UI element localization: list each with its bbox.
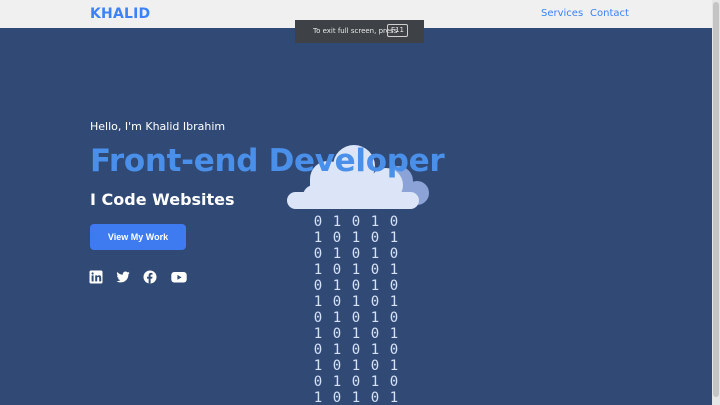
binary-digit: 1 (332, 246, 342, 262)
binary-row: 10101 (313, 294, 403, 310)
binary-row: 01010 (313, 214, 403, 230)
binary-digit: 1 (313, 390, 323, 405)
nav-link-contact[interactable]: Contact (590, 8, 629, 19)
binary-digit: 0 (389, 374, 399, 390)
twitter-icon[interactable] (116, 270, 130, 284)
binary-digit: 0 (351, 246, 361, 262)
binary-digit: 0 (351, 374, 361, 390)
binary-digit: 1 (370, 214, 380, 230)
binary-digit: 1 (389, 358, 399, 374)
binary-digit: 0 (351, 342, 361, 358)
binary-digit: 0 (332, 230, 342, 246)
binary-digit: 0 (370, 390, 380, 405)
binary-digit: 1 (370, 310, 380, 326)
binary-digit: 1 (332, 278, 342, 294)
binary-digit: 1 (351, 230, 361, 246)
brand-logo[interactable]: KHALID (90, 6, 150, 22)
binary-row: 10101 (313, 326, 403, 342)
binary-row: 10101 (313, 390, 403, 405)
binary-digit: 1 (389, 262, 399, 278)
binary-row: 01010 (313, 310, 403, 326)
binary-digit: 0 (332, 390, 342, 405)
binary-digit: 1 (370, 246, 380, 262)
binary-digit: 1 (313, 230, 323, 246)
binary-digit: 0 (351, 278, 361, 294)
view-my-work-button[interactable]: View My Work (90, 224, 186, 250)
binary-digit: 0 (370, 262, 380, 278)
binary-row: 01010 (313, 342, 403, 358)
binary-digit: 1 (351, 358, 361, 374)
binary-row: 10101 (313, 230, 403, 246)
facebook-icon[interactable] (143, 270, 157, 284)
hero-headline: Front-end Developer (90, 143, 445, 179)
binary-digit: 0 (332, 262, 342, 278)
binary-digit: 0 (389, 246, 399, 262)
youtube-icon[interactable] (171, 270, 187, 284)
binary-digit: 0 (313, 310, 323, 326)
binary-digit: 0 (389, 214, 399, 230)
binary-digit: 1 (389, 294, 399, 310)
binary-digit: 0 (332, 326, 342, 342)
binary-digit: 1 (389, 230, 399, 246)
binary-row: 10101 (313, 358, 403, 374)
linkedin-icon[interactable] (89, 270, 103, 284)
binary-digit: 1 (351, 294, 361, 310)
hero-greeting: Hello, I'm Khalid Ibrahim (90, 120, 226, 133)
binary-digit: 0 (351, 310, 361, 326)
binary-digit: 1 (332, 214, 342, 230)
binary-digit: 0 (351, 214, 361, 230)
binary-digit: 0 (313, 278, 323, 294)
binary-digit: 0 (389, 310, 399, 326)
fullscreen-key-hint: F11 (387, 24, 408, 37)
binary-digit: 1 (332, 374, 342, 390)
binary-digit: 0 (370, 294, 380, 310)
binary-row: 10101 (313, 262, 403, 278)
binary-digit: 0 (370, 230, 380, 246)
binary-digit: 1 (313, 326, 323, 342)
binary-rain: 0101010101010101010101010101010101010101… (313, 214, 403, 405)
binary-digit: 1 (313, 358, 323, 374)
binary-digit: 0 (389, 342, 399, 358)
binary-digit: 1 (351, 326, 361, 342)
binary-digit: 0 (332, 294, 342, 310)
binary-digit: 0 (313, 342, 323, 358)
binary-digit: 1 (370, 374, 380, 390)
binary-digit: 1 (332, 310, 342, 326)
nav-link-services[interactable]: Services (541, 8, 583, 19)
binary-digit: 0 (370, 358, 380, 374)
scrollbar[interactable] (712, 0, 720, 405)
binary-digit: 1 (389, 390, 399, 405)
binary-row: 01010 (313, 278, 403, 294)
binary-digit: 1 (332, 342, 342, 358)
binary-row: 01010 (313, 246, 403, 262)
binary-digit: 0 (389, 278, 399, 294)
binary-digit: 1 (351, 262, 361, 278)
binary-digit: 1 (313, 262, 323, 278)
binary-digit: 1 (351, 390, 361, 405)
binary-digit: 0 (313, 214, 323, 230)
binary-digit: 0 (313, 374, 323, 390)
fullscreen-notice: To exit full screen, press F11 (295, 20, 424, 43)
binary-digit: 0 (332, 358, 342, 374)
binary-digit: 1 (313, 294, 323, 310)
binary-digit: 1 (370, 278, 380, 294)
binary-digit: 1 (370, 342, 380, 358)
scrollbar-thumb[interactable] (713, 2, 719, 397)
fullscreen-notice-text: To exit full screen, press (313, 27, 398, 35)
binary-digit: 0 (370, 326, 380, 342)
binary-digit: 0 (313, 246, 323, 262)
binary-row: 01010 (313, 374, 403, 390)
hero-subheadline: I Code Websites (90, 190, 235, 209)
binary-digit: 1 (389, 326, 399, 342)
